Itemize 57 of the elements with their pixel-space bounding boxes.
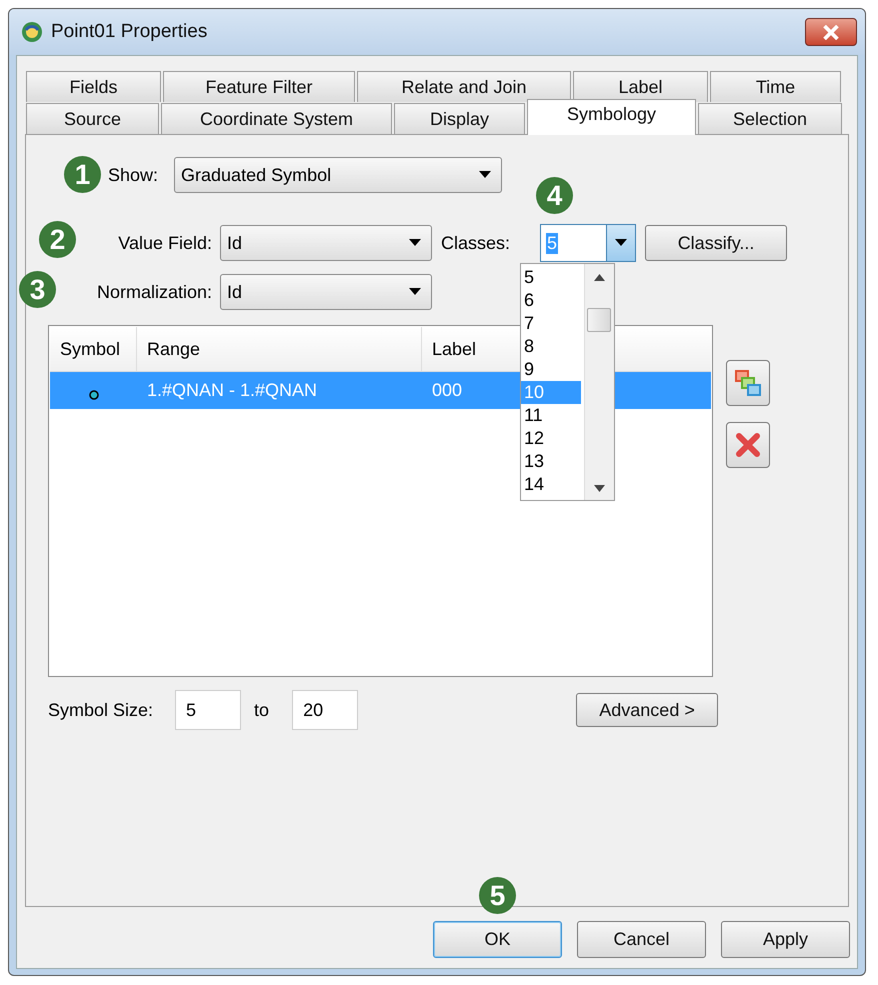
field-label: Normalization: [96,282,212,302]
scroll-thumb[interactable] [587,308,611,332]
field-label: to [254,700,270,720]
column-header[interactable]: Label [422,327,514,371]
dialog-button[interactable]: Apply [721,921,850,958]
tab[interactable]: Coordinate System [161,103,392,134]
dropdown-value: Id [227,282,242,302]
window-title: Point01 Properties [51,21,208,43]
tab[interactable]: Feature Filter [163,71,355,102]
squares-button[interactable] [726,360,770,406]
column-header[interactable]: Symbol [50,327,137,371]
tab[interactable]: Display [394,103,525,134]
list-option[interactable]: 7 [521,312,581,335]
field-label: Value Field: [117,232,212,254]
list-option[interactable]: 13 [521,450,581,473]
tab[interactable]: Relate and Join [357,71,571,102]
advanced-button[interactable]: Advanced > [576,693,718,727]
tab[interactable]: Fields [26,71,161,102]
dropdown-value: Id [227,232,242,254]
caret-icon [615,239,628,247]
scroll-up-icon[interactable] [594,274,605,281]
tab[interactable]: Source [26,103,159,134]
scroll-down-icon[interactable] [594,485,605,492]
input-field[interactable]: 5 [175,690,242,730]
caret-icon [479,171,492,179]
field-label: Classes: [441,232,510,254]
table-cell-text: 1.#QNAN - 1.#QNAN [146,380,318,401]
dropdown[interactable]: Graduated Symbol [174,157,502,193]
dialog-button[interactable]: Cancel [577,921,706,958]
tab[interactable]: Time [710,71,841,102]
close-button[interactable] [805,18,857,46]
classify-button[interactable]: Classify... [645,225,788,261]
delete-icon [734,431,762,459]
column-header[interactable]: Range [137,327,422,371]
globe-icon [21,21,43,43]
field-label: Show: [108,164,158,186]
dropdown[interactable]: Id [220,274,432,310]
dialog-button[interactable]: OK [433,921,562,958]
squares-icon [734,369,762,397]
dropdown[interactable]: Id [220,225,432,261]
input-field[interactable]: 20 [292,690,358,730]
list-option[interactable]: 12 [521,427,581,450]
list-option[interactable]: 5 [521,266,581,289]
caret-icon [409,288,421,296]
caret-icon [409,239,421,247]
tab[interactable]: Symbology [527,99,696,135]
tab[interactable]: Label [573,71,708,102]
delete-button[interactable] [726,422,770,468]
dropdown-value: Graduated Symbol [181,164,332,186]
list-option[interactable]: 6 [521,289,581,312]
close-icon [822,24,840,40]
tab[interactable]: Selection [698,103,842,134]
scrollbar[interactable] [584,264,614,500]
field-label: Symbol Size: [48,700,154,720]
table-cell-text: 000 [431,380,464,401]
list-option[interactable]: 8 [521,335,581,358]
list-option[interactable]: 14 [521,473,581,496]
